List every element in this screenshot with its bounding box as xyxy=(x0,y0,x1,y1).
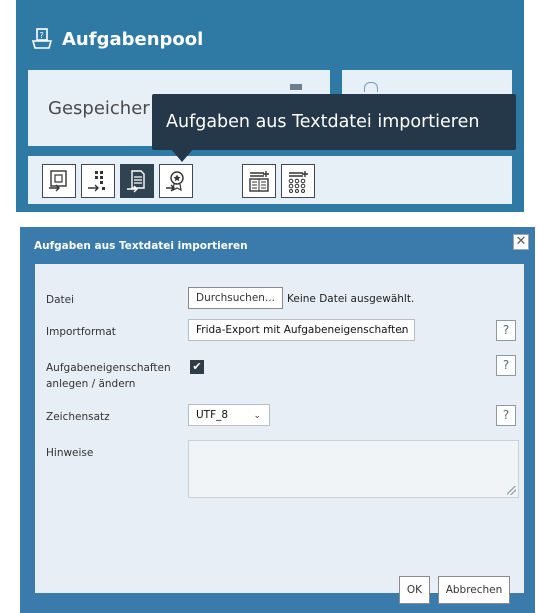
charset-label: Zeichensatz xyxy=(46,411,110,423)
import-format-value: Frida-Export mit Aufgabeneigenschaften xyxy=(196,324,409,336)
close-icon[interactable]: ✕ xyxy=(513,234,529,250)
charset-select[interactable]: UTF_8 ⌄ xyxy=(188,404,270,426)
import-text-file-icon xyxy=(127,170,145,193)
task-table-button[interactable] xyxy=(242,164,276,198)
export-to-file-icon xyxy=(49,170,67,192)
import-format-label: Importformat xyxy=(46,326,116,338)
task-toolbar xyxy=(28,156,512,204)
properties-label: Aufgabeneigenschaften anlegen / ändern xyxy=(46,360,171,392)
properties-label-line2: anlegen / ändern xyxy=(46,378,136,390)
import-format-help-icon[interactable]: ? xyxy=(496,320,516,341)
export-to-file-button[interactable] xyxy=(42,164,76,198)
import-dialog: Aufgaben aus Textdatei importieren ✕ Dat… xyxy=(20,227,535,613)
file-label: Datei xyxy=(46,294,75,306)
task-table-icon xyxy=(249,171,269,192)
svg-text:?: ? xyxy=(40,31,44,40)
dialog-title: Aufgaben aus Textdatei importieren xyxy=(34,240,248,252)
task-pool-panel: ? Aufgabenpool Gespeicher Aufgaben aus T… xyxy=(16,0,524,212)
file-status: Keine Datei ausgewählt. xyxy=(287,293,415,305)
charset-value: UTF_8 xyxy=(196,409,229,421)
add-task-grid-button[interactable] xyxy=(281,164,315,198)
properties-label-line1: Aufgabeneigenschaften xyxy=(46,362,171,374)
card-action-icon xyxy=(364,82,378,92)
chevron-down-icon: ⌄ xyxy=(398,326,406,336)
properties-help-icon[interactable]: ? xyxy=(496,355,516,376)
notes-textarea[interactable] xyxy=(188,440,519,498)
ok-button[interactable]: OK xyxy=(399,576,430,604)
chevron-down-icon: ⌄ xyxy=(253,411,261,421)
properties-checkbox[interactable]: ✔ xyxy=(190,360,204,374)
resize-grip-icon[interactable] xyxy=(507,486,516,495)
import-text-file-button[interactable] xyxy=(120,164,154,198)
import-format-select[interactable]: Frida-Export mit Aufgabeneigenschaften ⌄ xyxy=(188,319,415,341)
card-action-icon xyxy=(290,84,302,90)
task-pool-icon: ? xyxy=(31,28,53,49)
distribute-tasks-button[interactable] xyxy=(81,164,115,198)
add-task-grid-icon xyxy=(288,171,308,193)
distribute-tasks-icon xyxy=(88,171,105,192)
export-certificate-icon xyxy=(166,171,184,192)
export-certificate-button[interactable] xyxy=(159,164,193,198)
cancel-button[interactable]: Abbrechen xyxy=(438,576,510,604)
notes-label: Hinweise xyxy=(46,447,94,459)
tooltip-arrow xyxy=(170,148,194,162)
saved-tasks-label: Gespeicher xyxy=(48,98,150,119)
page-title: Aufgabenpool xyxy=(62,29,204,50)
import-tooltip: Aufgaben aus Textdatei importieren xyxy=(152,94,516,162)
dialog-body: Datei Durchsuchen... Keine Datei ausgewä… xyxy=(35,264,524,604)
charset-help-icon[interactable]: ? xyxy=(496,405,516,426)
browse-file-button[interactable]: Durchsuchen... xyxy=(188,287,283,309)
tooltip-text: Aufgaben aus Textdatei importieren xyxy=(166,112,480,132)
